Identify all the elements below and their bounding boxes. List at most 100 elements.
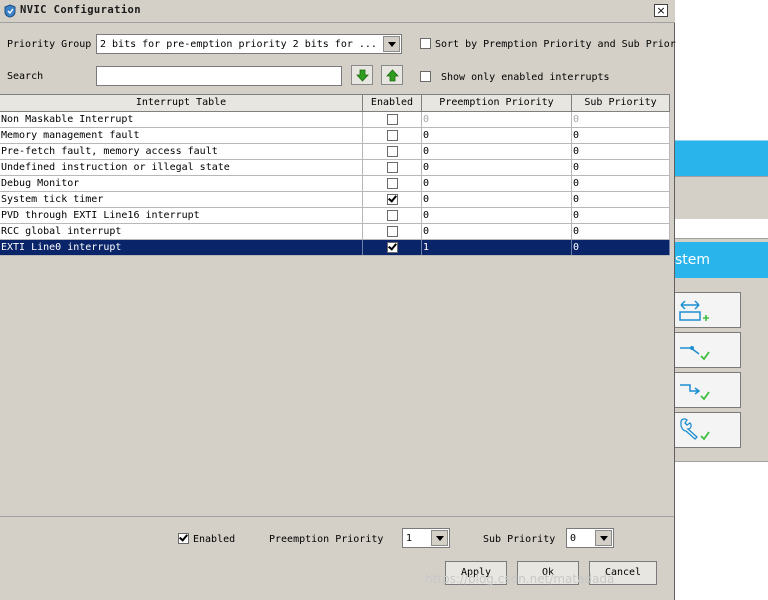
background-route-button[interactable] [675,372,741,408]
interrupt-name: EXTI Line0 interrupt [0,240,363,255]
enabled-cell [363,240,422,255]
background-add-button[interactable] [675,292,741,328]
table-row[interactable]: Pre-fetch fault, memory access fault 0 0 [0,144,670,160]
interrupt-table: Interrupt Table Enabled Preemption Prior… [0,94,670,516]
background-app: stem [675,0,768,600]
show-enabled-label: Show only enabled interrupts [441,72,610,83]
background-tools-button[interactable] [675,412,741,448]
header-preemption-priority[interactable]: Preemption Priority [422,95,572,112]
preemption-priority-value: 1 [406,533,413,544]
sub-priority-cell[interactable]: 0 [572,128,670,143]
app-shield-icon [4,4,16,18]
resize-add-icon [679,300,709,321]
sub-priority-cell[interactable]: 0 [572,160,670,175]
sort-priority-label: Sort by Premption Priority and Sub Prior [435,39,676,50]
background-connect-button[interactable] [675,332,741,368]
table-row[interactable]: Memory management fault 0 0 [0,128,670,144]
route-check-icon [680,384,710,401]
background-panel-title: stem [675,242,768,278]
interrupt-name: Memory management fault [0,128,363,143]
table-row[interactable]: EXTI Line0 interrupt 1 0 [0,240,670,256]
interrupt-name: Debug Monitor [0,176,363,191]
background-toolbar-area [675,176,768,219]
enabled-checkbox[interactable] [387,178,398,189]
interrupt-name: Non Maskable Interrupt [0,112,363,127]
search-label: Search [7,71,44,82]
preemption-priority-cell[interactable]: 0 [422,192,572,207]
enabled-checkbox[interactable] [387,210,398,221]
enabled-checkbox[interactable] [387,194,398,205]
chevron-down-icon[interactable] [431,530,448,546]
enabled-checkbox[interactable] [387,242,398,253]
preemption-priority-cell[interactable]: 0 [422,224,572,239]
table-body: Non Maskable Interrupt 0 0 Memory managemen… [0,112,670,256]
show-enabled-checkbox[interactable] [420,71,431,82]
enabled-cell [363,128,422,143]
cancel-button[interactable]: Cancel [589,561,657,585]
title-bar[interactable]: NVIC Configuration × [0,0,675,23]
priority-group-label: Priority Group [7,39,92,50]
header-enabled[interactable]: Enabled [363,95,422,112]
table-row[interactable]: PVD through EXTI Line16 interrupt 0 0 [0,208,670,224]
chevron-down-icon[interactable] [383,36,400,52]
preemption-priority-cell[interactable]: 0 [422,128,572,143]
connect-check-icon [680,346,710,361]
enabled-cell [363,208,422,223]
preemption-priority-cell[interactable]: 1 [422,240,572,255]
interrupt-name: PVD through EXTI Line16 interrupt [0,208,363,223]
enabled-cell [363,112,422,127]
enabled-cell [363,144,422,159]
close-button[interactable]: × [654,4,668,17]
sub-priority-value: 0 [570,533,577,544]
table-row[interactable]: RCC global interrupt 0 0 [0,224,670,240]
sub-priority-cell[interactable]: 0 [572,176,670,191]
enabled-checkbox[interactable] [387,114,398,125]
enabled-checkbox[interactable] [387,162,398,173]
sub-priority-cell[interactable]: 0 [572,208,670,223]
apply-button[interactable]: Apply [445,561,507,585]
sub-priority-cell[interactable]: 0 [572,224,670,239]
sub-priority-cell[interactable]: 0 [572,144,670,159]
table-row[interactable]: System tick timer 0 0 [0,192,670,208]
header-sub-priority[interactable]: Sub Priority [572,95,670,112]
priority-group-select[interactable]: 2 bits for pre-emption priority 2 bits f… [96,34,402,54]
arrow-down-icon [356,69,369,82]
preemption-priority-label: Preemption Priority [269,534,384,545]
enabled-checkbox[interactable] [387,130,398,141]
preemption-priority-cell[interactable]: 0 [422,112,572,127]
ok-button[interactable]: Ok [517,561,579,585]
table-row[interactable]: Undefined instruction or illegal state 0 0 [0,160,670,176]
preemption-priority-cell[interactable]: 0 [422,176,572,191]
sort-priority-checkbox[interactable] [420,38,431,49]
preemption-priority-select[interactable]: 1 [402,528,450,548]
sub-priority-cell[interactable]: 0 [572,112,670,127]
search-previous-button[interactable] [381,65,403,85]
table-row[interactable]: Debug Monitor 0 0 [0,176,670,192]
search-input[interactable] [96,66,342,86]
search-next-button[interactable] [351,65,373,85]
sub-priority-cell[interactable]: 0 [572,240,670,255]
selected-enabled-checkbox[interactable] [178,533,189,544]
header-interrupt-table[interactable]: Interrupt Table [0,95,363,112]
preemption-priority-cell[interactable]: 0 [422,160,572,175]
priority-group-value: 2 bits for pre-emption priority 2 bits f… [100,39,377,50]
interrupt-name: RCC global interrupt [0,224,363,239]
interrupt-name: Pre-fetch fault, memory access fault [0,144,363,159]
enabled-checkbox[interactable] [387,226,398,237]
enabled-cell [363,160,422,175]
dialog-title: NVIC Configuration [20,4,141,16]
selected-enabled-label: Enabled [193,534,236,545]
arrow-up-icon [386,69,399,82]
table-row[interactable]: Non Maskable Interrupt 0 0 [0,112,670,128]
table-header: Interrupt Table Enabled Preemption Prior… [0,94,670,112]
preemption-priority-cell[interactable]: 0 [422,208,572,223]
interrupt-name: Undefined instruction or illegal state [0,160,363,175]
enabled-checkbox[interactable] [387,146,398,157]
interrupt-name: System tick timer [0,192,363,207]
preemption-priority-cell[interactable]: 0 [422,144,572,159]
sub-priority-select[interactable]: 0 [566,528,614,548]
sub-priority-label: Sub Priority [483,534,556,545]
nvic-dialog: NVIC Configuration × Priority Group 2 bi… [0,0,676,600]
chevron-down-icon[interactable] [595,530,612,546]
sub-priority-cell[interactable]: 0 [572,192,670,207]
